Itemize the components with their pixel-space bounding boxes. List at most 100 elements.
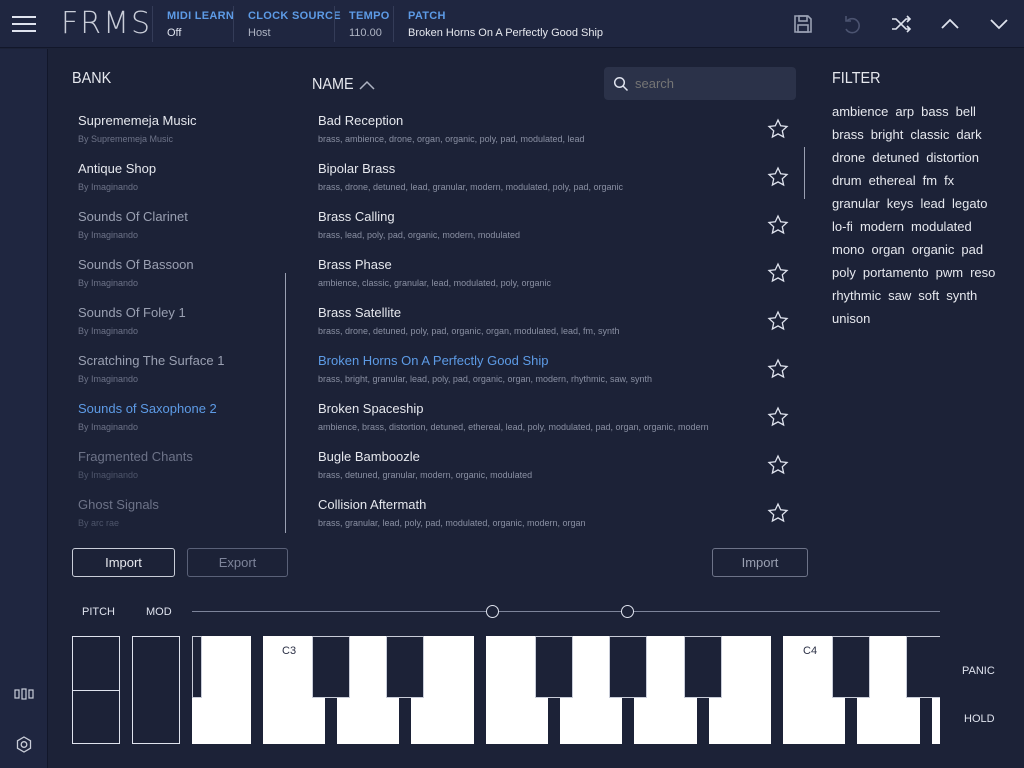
filter-tag[interactable]: pwm xyxy=(936,265,963,280)
bank-item[interactable]: Sounds Of Foley 1 By Imaginando xyxy=(78,305,283,336)
tempo-control[interactable]: TEMPO 110.00 xyxy=(349,10,390,39)
piano-key-black[interactable] xyxy=(386,636,424,698)
favorite-star-icon[interactable] xyxy=(767,262,789,284)
filter-tag[interactable]: arp xyxy=(895,104,914,119)
midi-learn-control[interactable]: MIDI LEARN Off xyxy=(167,10,234,39)
sort-ascending-icon[interactable] xyxy=(358,78,376,96)
filter-tag[interactable]: legato xyxy=(952,196,987,211)
favorite-star-icon[interactable] xyxy=(767,406,789,428)
search-box[interactable] xyxy=(604,67,796,100)
patch-item[interactable]: Collision Aftermath brass, granular, lea… xyxy=(318,497,798,528)
bank-item[interactable]: Suprememeja Music By Suprememeja Music xyxy=(78,113,283,144)
piano-key-black[interactable] xyxy=(535,636,573,698)
bank-item[interactable]: Sounds Of Bassoon By Imaginando xyxy=(78,257,283,288)
filter-tag[interactable]: mono xyxy=(832,242,865,257)
patch-item[interactable]: Bad Reception brass, ambience, drone, or… xyxy=(318,113,798,144)
filter-tag[interactable]: drone xyxy=(832,150,865,165)
patch-item[interactable]: Bipolar Brass brass, drone, detuned, lea… xyxy=(318,161,798,192)
layout-toggle-icon[interactable] xyxy=(14,687,34,705)
filter-tag[interactable]: bass xyxy=(921,104,948,119)
piano-key-black[interactable] xyxy=(684,636,722,698)
save-icon[interactable] xyxy=(786,7,820,41)
filter-tag[interactable]: detuned xyxy=(872,150,919,165)
filter-tag[interactable]: rhythmic xyxy=(832,288,881,303)
filter-tag[interactable]: ethereal xyxy=(869,173,916,188)
patch-scrollbar[interactable] xyxy=(804,147,805,199)
piano-key-black[interactable] xyxy=(609,636,647,698)
keyboard-range-track[interactable] xyxy=(192,611,940,612)
filter-tag[interactable]: reso xyxy=(970,265,995,280)
filter-tag[interactable]: distortion xyxy=(926,150,979,165)
filter-tag[interactable]: poly xyxy=(832,265,856,280)
name-column-header[interactable]: NAME xyxy=(312,76,354,94)
pitch-wheel[interactable] xyxy=(72,636,120,744)
clock-source-control[interactable]: CLOCK SOURCE Host xyxy=(248,10,341,39)
filter-tag[interactable]: classic xyxy=(910,127,949,142)
patch-item[interactable]: Brass Phase ambience, classic, granular,… xyxy=(318,257,798,288)
favorite-star-icon[interactable] xyxy=(767,358,789,380)
filter-tag[interactable]: unison xyxy=(832,311,870,326)
favorite-star-icon[interactable] xyxy=(767,310,789,332)
piano-key-black[interactable] xyxy=(192,636,202,698)
shuffle-icon[interactable] xyxy=(884,7,918,41)
piano-key-black[interactable] xyxy=(832,636,870,698)
filter-tag[interactable]: bell xyxy=(956,104,976,119)
settings-icon[interactable] xyxy=(14,735,34,760)
menu-icon[interactable] xyxy=(8,10,40,38)
bank-item[interactable]: Scratching The Surface 1 By Imaginando xyxy=(78,353,283,384)
patch-item[interactable]: Broken Spaceship ambience, brass, distor… xyxy=(318,401,798,432)
piano-key-black[interactable] xyxy=(906,636,940,698)
favorite-star-icon[interactable] xyxy=(767,166,789,188)
filter-tag[interactable]: brass xyxy=(832,127,864,142)
favorite-star-icon[interactable] xyxy=(767,454,789,476)
filter-tag[interactable]: organ xyxy=(872,242,905,257)
bank-export-button[interactable]: Export xyxy=(187,548,288,577)
chevron-down-icon[interactable] xyxy=(982,7,1016,41)
bank-item-selected[interactable]: Sounds of Saxophone 2 By Imaginando xyxy=(78,401,283,432)
filter-tag[interactable]: soft xyxy=(918,288,939,303)
patch-control[interactable]: PATCH Broken Horns On A Perfectly Good S… xyxy=(408,10,603,39)
filter-tag[interactable]: portamento xyxy=(863,265,929,280)
bank-item[interactable]: Antique Shop By Imaginando xyxy=(78,161,283,192)
favorite-star-icon[interactable] xyxy=(767,214,789,236)
chevron-up-icon[interactable] xyxy=(933,7,967,41)
filter-tag[interactable]: dark xyxy=(956,127,981,142)
filter-tag[interactable]: keys xyxy=(887,196,914,211)
filter-tag[interactable]: modern xyxy=(860,219,904,234)
patch-item[interactable]: Brass Satellite brass, drone, detuned, p… xyxy=(318,305,798,336)
filter-tag[interactable]: lead xyxy=(920,196,945,211)
filter-tag[interactable]: drum xyxy=(832,173,862,188)
bank-item[interactable]: Ghost Signals By arc rae xyxy=(78,497,283,528)
mod-wheel[interactable] xyxy=(132,636,180,744)
bank-import-button[interactable]: Import xyxy=(72,548,175,577)
filter-tag[interactable]: lo-fi xyxy=(832,219,853,234)
bank-item-name: Sounds Of Clarinet xyxy=(78,209,188,224)
search-input[interactable] xyxy=(635,73,785,93)
bank-item[interactable]: Fragmented Chants By Imaginando xyxy=(78,449,283,480)
filter-tag[interactable]: saw xyxy=(888,288,911,303)
filter-tag[interactable]: bright xyxy=(871,127,904,142)
filter-tag[interactable]: granular xyxy=(832,196,880,211)
favorite-star-icon[interactable] xyxy=(767,118,789,140)
bank-item[interactable]: Sounds Of Clarinet By Imaginando xyxy=(78,209,283,240)
filter-tag[interactable]: synth xyxy=(946,288,977,303)
filter-tag[interactable]: fx xyxy=(944,173,954,188)
piano-key-black[interactable] xyxy=(312,636,350,698)
filter-tag[interactable]: fm xyxy=(923,173,937,188)
patch-item-selected[interactable]: Broken Horns On A Perfectly Good Ship br… xyxy=(318,353,798,384)
filter-tag[interactable]: organic xyxy=(912,242,955,257)
bank-scrollbar[interactable] xyxy=(285,273,286,533)
patch-item[interactable]: Bugle Bamboozle brass, detuned, granular… xyxy=(318,449,798,480)
favorite-star-icon[interactable] xyxy=(767,502,789,524)
midi-learn-value: Off xyxy=(167,27,182,39)
filter-tag[interactable]: modulated xyxy=(911,219,972,234)
filter-tag[interactable]: ambience xyxy=(832,104,888,119)
hold-button[interactable]: HOLD xyxy=(964,713,995,725)
keyboard-range-handle-right[interactable] xyxy=(621,605,634,618)
panic-button[interactable]: PANIC xyxy=(962,665,995,677)
undo-icon[interactable] xyxy=(835,7,869,41)
patch-import-button[interactable]: Import xyxy=(712,548,808,577)
keyboard-range-handle-left[interactable] xyxy=(486,605,499,618)
patch-item[interactable]: Brass Calling brass, lead, poly, pad, or… xyxy=(318,209,798,240)
filter-tag[interactable]: pad xyxy=(961,242,983,257)
